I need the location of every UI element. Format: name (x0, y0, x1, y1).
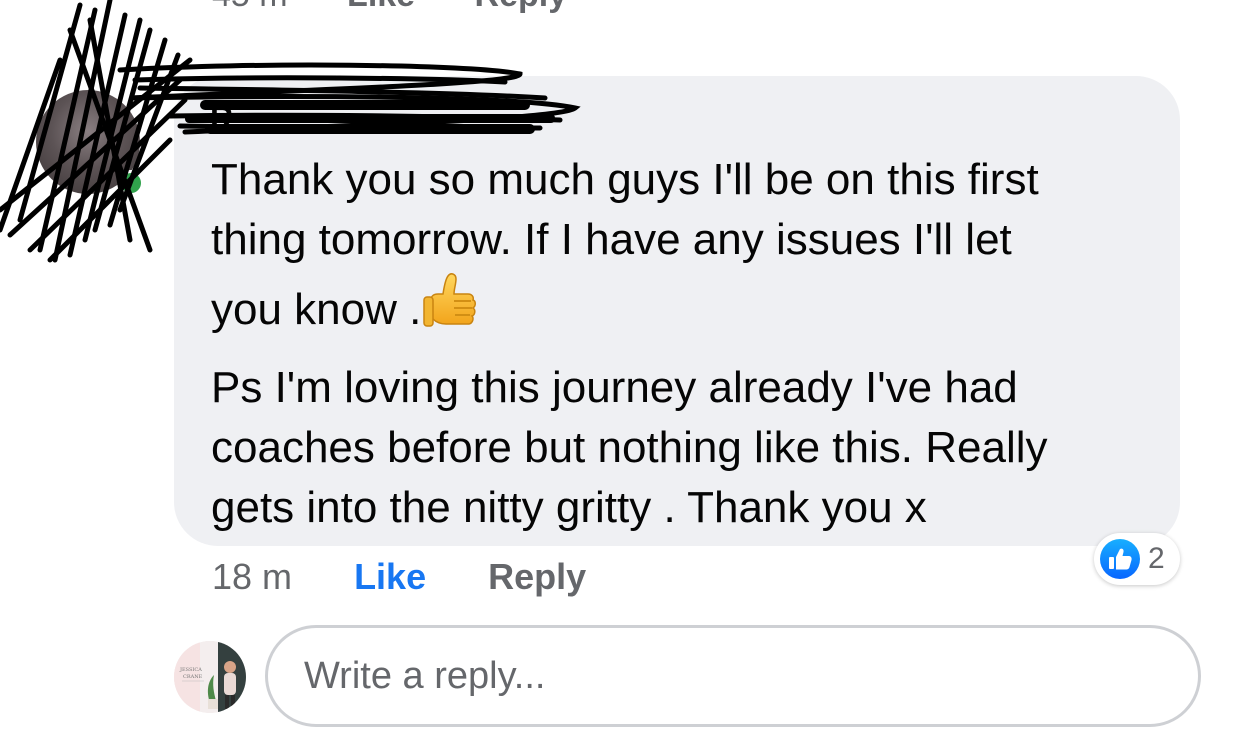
previous-like-button[interactable]: Like (347, 0, 415, 14)
comment-thread: 45 m Like Reply R Thank you so much guys… (0, 0, 1242, 745)
reply-input[interactable] (302, 653, 1166, 699)
previous-reply-button[interactable]: Reply (475, 0, 568, 14)
previous-comment-time: 45 m (212, 0, 288, 14)
comment-line: gets into the nitty gritty . Thank you x (211, 483, 927, 532)
online-status-dot (118, 170, 144, 196)
comment-text: Thank you so much guys I'll be on this f… (211, 150, 1161, 538)
reaction-badge[interactable]: 2 (1094, 533, 1180, 585)
commenter-avatar-wrap[interactable] (36, 90, 146, 200)
reaction-count: 2 (1148, 542, 1165, 575)
like-button[interactable]: Like (354, 556, 426, 598)
comment-time: 18 m (212, 556, 293, 597)
comment-line: coaches before but nothing like this. Re… (211, 423, 1048, 472)
comment-line-with-emoji: you know . (211, 270, 1161, 358)
comment-line: thing tomorrow. If I have any issues I'l… (211, 215, 1012, 264)
previous-comment-meta: 45 m Like Reply (212, 0, 617, 15)
avatar-text-line: JESSICA (180, 667, 202, 673)
comment-author-name[interactable]: R (210, 100, 233, 137)
avatar-text-line: CRANE (183, 674, 203, 680)
like-reaction-icon (1100, 539, 1140, 579)
current-user-avatar[interactable]: JESSICA CRANE (174, 641, 246, 713)
comment-line: you know . (211, 285, 422, 334)
comment-line: Ps I'm loving this journey already I've … (211, 363, 1018, 412)
thumbs-up-icon (421, 270, 479, 358)
reply-button[interactable]: Reply (488, 556, 586, 598)
comment-line: Thank you so much guys I'll be on this f… (211, 155, 1039, 204)
reply-composer[interactable] (265, 625, 1201, 727)
comment-meta-row: 18 m Like Reply (212, 556, 586, 598)
